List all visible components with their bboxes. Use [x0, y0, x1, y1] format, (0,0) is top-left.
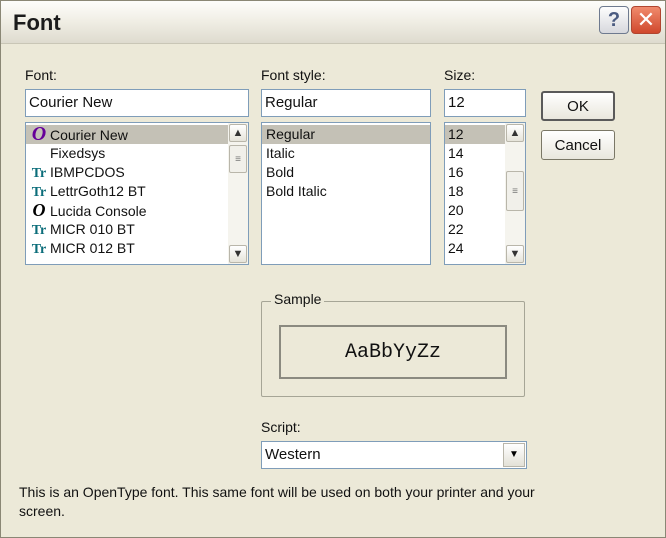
chevron-up-icon: ▲	[509, 127, 521, 139]
scroll-up-button[interactable]: ▲	[506, 124, 524, 142]
help-icon: ?	[607, 8, 621, 31]
chevron-down-icon: ▼	[509, 449, 519, 460]
font-style-list[interactable]: Regular Italic Bold Bold Italic	[261, 122, 431, 265]
font-list-item-label: MICR 010 BT	[50, 221, 135, 237]
size-list-item[interactable]: 12	[445, 125, 505, 144]
size-list-item[interactable]: 20	[445, 201, 505, 220]
opentype-icon: O	[31, 123, 47, 145]
font-list-item-label: MICR 012 BT	[50, 240, 135, 256]
sample-label: Sample	[271, 291, 325, 307]
font-list-item[interactable]: Tr IBMPCDOS	[26, 163, 228, 182]
font-name-input[interactable]: Courier New	[25, 89, 249, 117]
script-select[interactable]: Western ▼	[261, 441, 527, 469]
font-list-item-label: IBMPCDOS	[50, 164, 125, 180]
close-icon: ✕	[636, 7, 656, 32]
opentype-icon: O	[32, 200, 46, 220]
font-list-item[interactable]: Tr LettrGoth12 BT	[26, 182, 228, 201]
font-style-label: Font style:	[261, 67, 326, 83]
sample-preview: AaBbYyZz	[279, 325, 507, 379]
font-dialog: Font ? ✕ Font: Courier New O Courier New F…	[0, 0, 666, 538]
cancel-button[interactable]: Cancel	[541, 130, 615, 160]
font-label: Font:	[25, 67, 57, 83]
size-list-item[interactable]: 22	[445, 220, 505, 239]
scroll-thumb[interactable]: ≡	[506, 171, 524, 211]
help-button[interactable]: ?	[599, 6, 629, 34]
size-list-item[interactable]: 16	[445, 163, 505, 182]
size-list-item[interactable]: 18	[445, 182, 505, 201]
font-description: This is an OpenType font. This same font…	[19, 484, 535, 519]
truetype-icon: Tr	[31, 242, 47, 257]
font-list-item-label: Fixedsys	[50, 145, 106, 161]
size-list-item[interactable]: 14	[445, 144, 505, 163]
chevron-up-icon: ▲	[232, 127, 244, 139]
truetype-icon: Tr	[31, 223, 47, 238]
font-style-item[interactable]: Italic	[262, 144, 430, 163]
scroll-thumb[interactable]: ≡	[229, 145, 247, 173]
font-style-item[interactable]: Bold	[262, 163, 430, 182]
close-button[interactable]: ✕	[631, 6, 661, 34]
size-input[interactable]: 12	[444, 89, 526, 117]
scroll-down-button[interactable]: ▼	[229, 245, 247, 263]
font-list-item-label: Courier New	[50, 127, 128, 143]
grip-icon: ≡	[235, 153, 241, 165]
grip-icon: ≡	[512, 185, 518, 197]
scroll-down-button[interactable]: ▼	[506, 245, 524, 263]
truetype-icon: Tr	[31, 166, 47, 181]
dialog-title: Font	[13, 10, 61, 35]
title-bar[interactable]: Font ? ✕	[1, 1, 665, 44]
font-style-item[interactable]: Regular	[262, 125, 430, 144]
font-list-item[interactable]: Tr MICR 012 BT	[26, 239, 228, 258]
font-style-input[interactable]: Regular	[261, 89, 431, 117]
font-list-item[interactable]: O Courier New	[26, 123, 228, 145]
chevron-down-icon: ▼	[509, 248, 521, 260]
chevron-down-icon: ▼	[232, 248, 244, 260]
font-list-item[interactable]: Tr MICR 010 BT	[26, 220, 228, 239]
font-list-item[interactable]: Fixedsys	[26, 144, 228, 163]
font-list-item[interactable]: O Lucida Console	[26, 201, 228, 220]
font-list-scrollbar[interactable]: ▲ ≡ ▼	[228, 123, 248, 264]
font-list-item-label: Lucida Console	[50, 203, 147, 219]
scroll-up-button[interactable]: ▲	[229, 124, 247, 142]
size-list-item[interactable]: 24	[445, 239, 505, 258]
size-list[interactable]: 12 14 16 18 20 22 24 ▲ ≡ ▼	[444, 122, 526, 265]
font-list[interactable]: O Courier New Fixedsys Tr IBMPCDOS Tr LettrGot…	[25, 122, 249, 265]
script-label: Script:	[261, 419, 301, 435]
font-style-item[interactable]: Bold Italic	[262, 182, 430, 201]
script-dropdown-button[interactable]: ▼	[503, 443, 525, 467]
size-list-scrollbar[interactable]: ▲ ≡ ▼	[505, 123, 525, 264]
size-label: Size:	[444, 67, 476, 83]
font-list-item-label: LettrGoth12 BT	[50, 183, 146, 199]
script-select-value: Western	[265, 446, 321, 463]
ok-button[interactable]: OK	[541, 91, 615, 121]
